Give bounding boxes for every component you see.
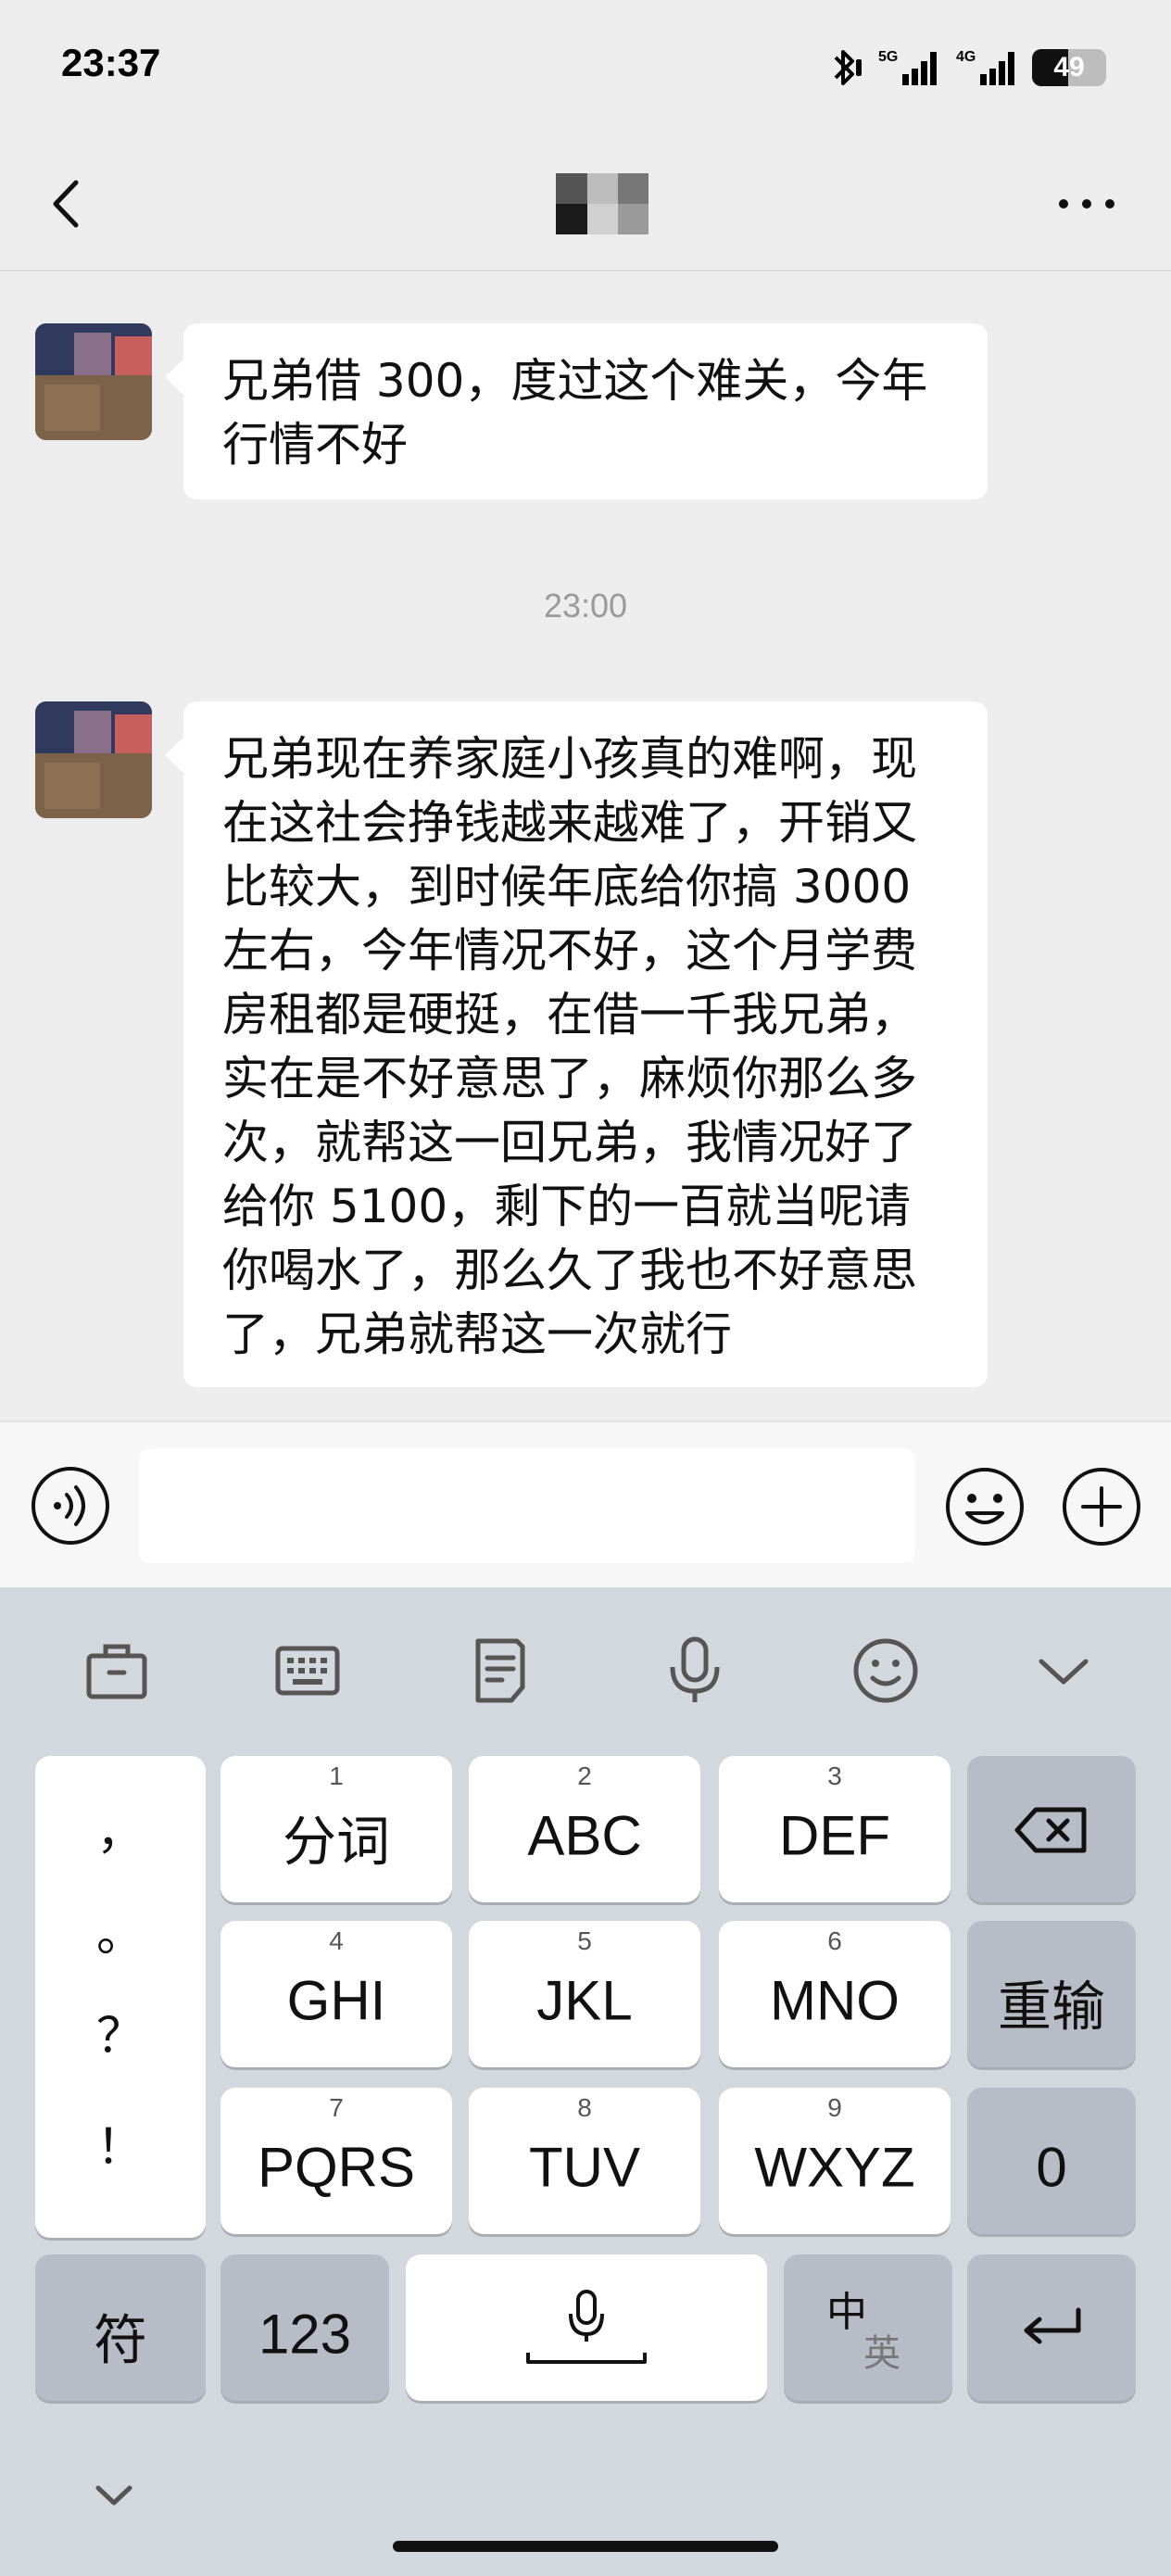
reset-key[interactable]: 重输 xyxy=(967,1921,1136,2067)
status-bar: 23:37 5G 4G 49 xyxy=(0,0,1171,134)
contact-avatar[interactable] xyxy=(35,323,152,440)
punct-key-exclamation[interactable]: ！ xyxy=(35,2108,206,2178)
key-9-wxyz[interactable]: 9 WXYZ xyxy=(719,2088,951,2234)
home-indicator[interactable] xyxy=(393,2541,778,2552)
numbers-key[interactable]: 123 xyxy=(220,2254,389,2401)
space-mic-icon xyxy=(526,2290,647,2364)
keyboard: ， 。 ？ ！ 1 分词 2 ABC 3 DEF 4 GHI 5 JKL 6 M… xyxy=(0,1587,1171,2576)
message-bubble[interactable]: 兄弟现在养家庭小孩真的难啊，现 在这社会挣钱越来越难了，开销又 比较大，到时候年… xyxy=(183,701,988,1387)
keyboard-toolbar xyxy=(0,1587,1171,1745)
enter-icon xyxy=(1024,2307,1081,2344)
keyboard-icon[interactable] xyxy=(271,1634,345,1708)
key-6-mno[interactable]: 6 MNO xyxy=(719,1921,951,2067)
message-input[interactable] xyxy=(139,1448,915,1563)
punct-key-comma[interactable]: ， xyxy=(35,1793,206,1863)
punctuation-column[interactable]: ， 。 ？ ！ xyxy=(35,1756,206,2238)
signal-5g-icon: 5G xyxy=(878,49,937,85)
smiley-icon[interactable] xyxy=(849,1634,923,1708)
key-5-jkl[interactable]: 5 JKL xyxy=(469,1921,700,2067)
voice-icon[interactable] xyxy=(30,1465,111,1547)
chat-header xyxy=(0,134,1171,271)
punct-key-period[interactable]: 。 xyxy=(35,1895,206,1964)
backspace-key[interactable] xyxy=(967,1756,1136,1902)
key-0[interactable]: 0 xyxy=(967,2088,1136,2234)
status-icons: 5G 4G 49 xyxy=(826,44,1106,91)
microphone-icon[interactable] xyxy=(658,1634,732,1708)
key-3-def[interactable]: 3 DEF xyxy=(719,1756,951,1902)
key-7-pqrs[interactable]: 7 PQRS xyxy=(220,2088,452,2234)
input-bar xyxy=(0,1421,1171,1587)
network-4g-label: 4G xyxy=(956,49,976,65)
battery-level: 49 xyxy=(1053,52,1085,82)
key-1-segment[interactable]: 1 分词 xyxy=(220,1756,452,1902)
bluetooth-icon xyxy=(834,50,862,85)
plus-icon[interactable] xyxy=(1060,1465,1143,1548)
backspace-icon xyxy=(1014,1807,1087,1853)
chevron-left-icon[interactable] xyxy=(41,171,93,236)
battery-icon: 49 xyxy=(1032,49,1106,86)
punct-key-question[interactable]: ？ xyxy=(35,1997,206,2066)
key-8-tuv[interactable]: 8 TUV xyxy=(469,2088,700,2234)
key-4-ghi[interactable]: 4 GHI xyxy=(220,1921,452,2067)
key-2-abc[interactable]: 2 ABC xyxy=(469,1756,700,1902)
clipboard-icon[interactable] xyxy=(463,1634,537,1708)
emoji-icon[interactable] xyxy=(943,1465,1026,1548)
contact-avatar[interactable] xyxy=(35,701,152,818)
keyboard-hide-icon[interactable] xyxy=(89,2477,139,2514)
enter-key[interactable] xyxy=(967,2254,1136,2401)
status-time: 23:37 xyxy=(61,41,161,84)
more-dots-icon[interactable] xyxy=(1054,190,1119,218)
symbols-key[interactable]: 符 xyxy=(35,2254,206,2401)
message-bubble[interactable]: 兄弟借 300，度过这个难关，今年 行情不好 xyxy=(183,323,988,499)
language-switch-key[interactable]: 中 英 xyxy=(784,2254,952,2401)
briefcase-icon[interactable] xyxy=(80,1634,154,1708)
message-list[interactable]: 兄弟借 300，度过这个难关，今年 行情不好 23:00 兄弟现在养家庭小孩真的… xyxy=(0,271,1171,1421)
chevron-down-icon[interactable] xyxy=(1026,1634,1101,1708)
contact-name-mosaic[interactable] xyxy=(556,173,648,234)
space-key[interactable] xyxy=(406,2254,767,2401)
signal-4g-icon: 4G xyxy=(956,49,1014,85)
message-timestamp: 23:00 xyxy=(543,587,628,625)
network-5g-label: 5G xyxy=(878,49,898,65)
